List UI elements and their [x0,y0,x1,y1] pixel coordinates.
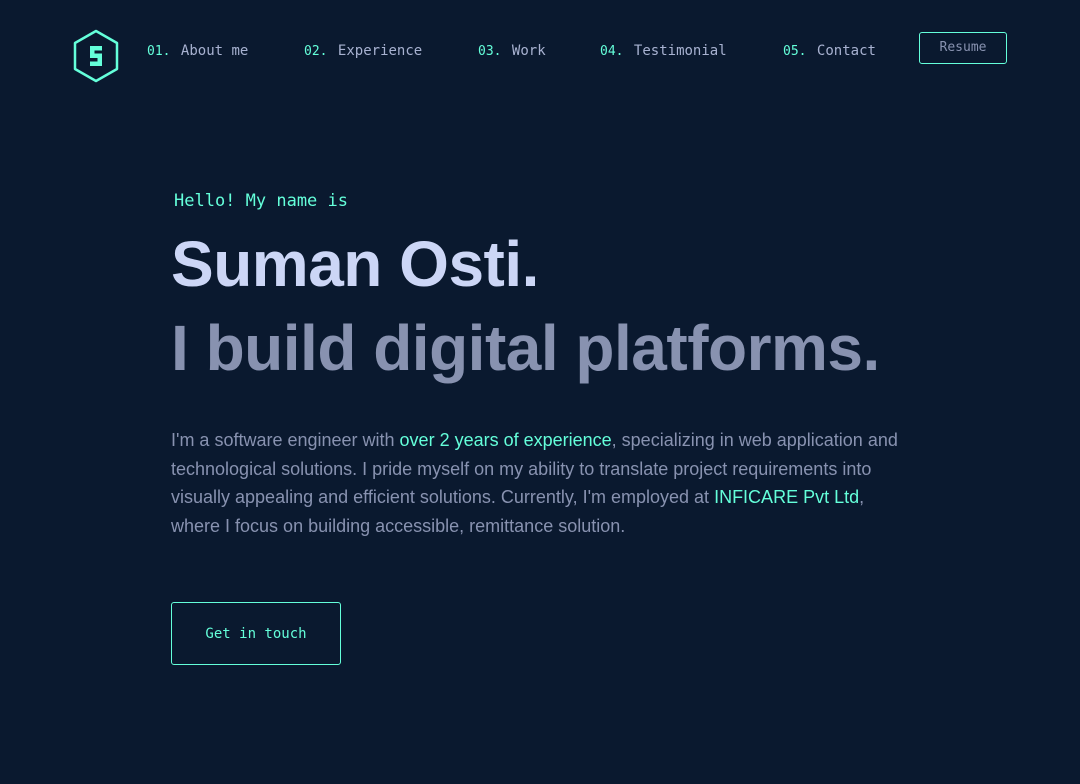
hero-bio: I'm a software engineer with over 2 year… [171,426,911,540]
top-navbar: 01. About me 02. Experience 03. Work 04.… [0,0,1080,100]
nav-label: Work [511,43,546,59]
hero-name: Suman Osti. [171,228,539,300]
nav-number: 02. [304,44,328,59]
nav-link-work[interactable]: 03. Work [478,42,546,61]
nav-number: 05. [783,44,807,59]
nav-number: 01. [147,44,171,59]
nav-label: Contact [816,43,876,59]
bio-highlight-experience: over 2 years of experience [399,430,612,450]
nav-label: Testimonial [633,43,727,59]
employer-link[interactable]: INFICARE Pvt Ltd [714,487,859,507]
nav-number: 03. [478,44,502,59]
hexagon-logo-icon[interactable] [72,29,120,83]
bio-text: I'm a software engineer with [171,430,400,450]
hero-greeting: Hello! My name is [174,191,348,211]
nav-link-experience[interactable]: 02. Experience [304,42,422,61]
hero-tagline: I build digital platforms. [171,312,880,384]
nav-number: 04. [600,44,624,59]
nav-link-about[interactable]: 01. About me [147,42,248,61]
nav-label: About me [180,43,249,59]
nav-link-contact[interactable]: 05. Contact [783,42,876,61]
nav-label: Experience [337,43,423,59]
get-in-touch-button[interactable]: Get in touch [171,602,341,665]
resume-button[interactable]: Resume [919,32,1007,64]
nav-link-testimonial[interactable]: 04. Testimonial [600,42,727,61]
